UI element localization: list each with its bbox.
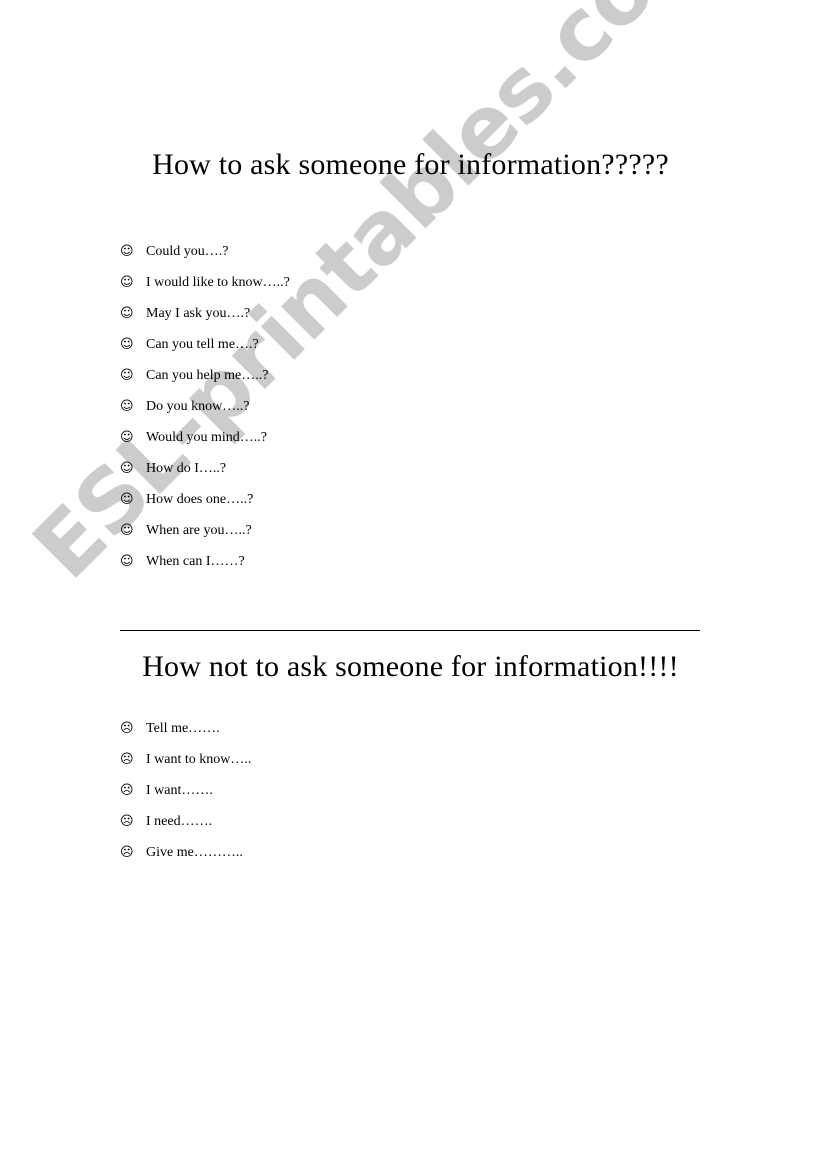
list-item: ☺ How do I…..? <box>120 460 290 491</box>
list-item: ☺ Do you know…..? <box>120 398 290 429</box>
list-item: ☺ When can I……? <box>120 553 290 584</box>
list-item: ☺ Can you tell me….? <box>120 336 290 367</box>
smiling-face-icon: ☺ <box>120 399 134 414</box>
list-item: ☺ When are you…..? <box>120 522 290 553</box>
list-item: ☺ Could you….? <box>120 243 290 274</box>
list-item: ☹ I want……. <box>120 782 251 813</box>
list-item: ☹ I want to know….. <box>120 751 251 782</box>
list-item-label: Would you mind…..? <box>146 430 267 445</box>
frowning-face-icon: ☹ <box>120 721 134 736</box>
worksheet-page: ESL-printables.com How to ask someone fo… <box>0 0 821 1169</box>
smiling-face-icon: ☺ <box>120 275 134 290</box>
list-item: ☺ How does one…..? <box>120 491 290 522</box>
smiling-face-icon: ☺ <box>120 306 134 321</box>
smiling-face-icon: ☺ <box>120 554 134 569</box>
list-item: ☹ Give me……….. <box>120 844 251 875</box>
frowning-face-icon: ☹ <box>120 814 134 829</box>
list-item-label: I want……. <box>146 783 213 798</box>
list-item-label: I would like to know…..? <box>146 275 290 290</box>
list-item-label: Can you help me…..? <box>146 368 269 383</box>
list-item: ☹ Tell me……. <box>120 720 251 751</box>
smiling-face-icon: ☺ <box>120 430 134 445</box>
list-item: ☹ I need……. <box>120 813 251 844</box>
list-item-label: When can I……? <box>146 554 245 569</box>
list-item-label: I want to know….. <box>146 752 252 767</box>
list-item-label: Do you know…..? <box>146 399 250 414</box>
smiling-face-icon: ☺ <box>120 244 134 259</box>
page-title-how-not-to-ask: How not to ask someone for information!!… <box>142 650 679 683</box>
list-item-label: Could you….? <box>146 244 229 259</box>
frowning-face-icon: ☹ <box>120 845 134 860</box>
list-item-label: I need……. <box>146 814 213 829</box>
list-item: ☺ Can you help me…..? <box>120 367 290 398</box>
frowning-face-icon: ☹ <box>120 783 134 798</box>
frowning-face-icon: ☹ <box>120 752 134 767</box>
smiling-face-icon: ☺ <box>120 523 134 538</box>
list-item: ☺ I would like to know…..? <box>120 274 290 305</box>
smiling-face-icon: ☺ <box>120 337 134 352</box>
polite-phrase-list: ☺ Could you….? ☺ I would like to know…..… <box>120 243 290 584</box>
list-item-label: Can you tell me….? <box>146 337 259 352</box>
smiling-face-icon: ☺ <box>120 368 134 383</box>
page-title-how-to-ask: How to ask someone for information????? <box>152 148 669 181</box>
smiling-face-icon: ☺ <box>120 492 134 507</box>
smiling-face-icon: ☺ <box>120 461 134 476</box>
section-divider <box>120 630 700 631</box>
list-item-label: How do I…..? <box>146 461 227 476</box>
list-item-label: How does one…..? <box>146 492 254 507</box>
watermark-text: ESL-printables.com <box>14 0 736 599</box>
impolite-phrase-list: ☹ Tell me……. ☹ I want to know….. ☹ I wan… <box>120 720 251 875</box>
list-item: ☺ Would you mind…..? <box>120 429 290 460</box>
list-item-label: Tell me……. <box>146 721 220 736</box>
list-item-label: When are you…..? <box>146 523 252 538</box>
list-item-label: May I ask you….? <box>146 306 251 321</box>
list-item-label: Give me……….. <box>146 845 243 860</box>
list-item: ☺ May I ask you….? <box>120 305 290 336</box>
